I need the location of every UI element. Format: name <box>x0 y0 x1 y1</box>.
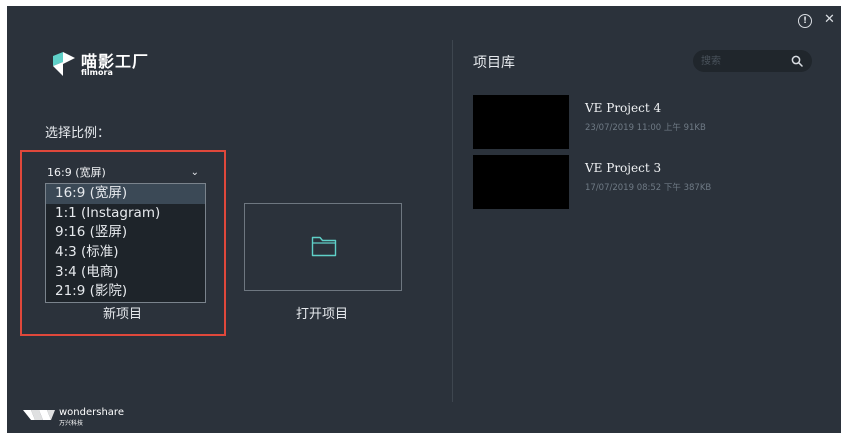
project-item[interactable]: VE Project 4 23/07/2019 11:00 上午 91KB <box>473 95 803 151</box>
ratio-option-3-4[interactable]: 3:4 (电商) <box>46 263 205 283</box>
filmora-logo-icon <box>53 52 75 76</box>
ratio-select-value: 16:9 (宽屏) <box>47 166 106 179</box>
project-thumbnail[interactable] <box>473 155 569 209</box>
app-subtitle: filmora <box>81 68 113 77</box>
panel-divider <box>452 40 453 402</box>
project-meta: 23/07/2019 11:00 上午 91KB <box>585 123 706 133</box>
project-library-title: 项目库 <box>473 55 515 71</box>
ratio-option-1-1[interactable]: 1:1 (Instagram) <box>46 204 205 224</box>
search-icon[interactable] <box>791 55 803 67</box>
folder-icon <box>311 236 337 257</box>
open-project-label[interactable]: 打开项目 <box>296 303 348 322</box>
info-icon[interactable]: ! <box>798 14 812 28</box>
brand-name: wondershare <box>59 407 124 418</box>
chevron-down-icon: ⌄ <box>190 167 199 178</box>
close-icon[interactable]: ✕ <box>824 13 835 27</box>
project-item[interactable]: VE Project 3 17/07/2019 08:52 下午 387KB <box>473 155 803 211</box>
ratio-dropdown: 16:9 (宽屏) 1:1 (Instagram) 9:16 (竖屏) 4:3 … <box>45 183 206 303</box>
search-input[interactable] <box>701 50 781 72</box>
project-thumbnail[interactable] <box>473 95 569 149</box>
app-window: ! ✕ 喵影工厂 filmora 选择比例： 16:9 (宽屏) ⌄ 16:9 … <box>7 6 841 433</box>
ratio-select[interactable]: 16:9 (宽屏) ⌄ <box>45 161 205 185</box>
ratio-label: 选择比例： <box>45 126 111 141</box>
ratio-option-9-16[interactable]: 9:16 (竖屏) <box>46 223 205 243</box>
search-box[interactable] <box>693 50 812 72</box>
project-meta: 17/07/2019 08:52 下午 387KB <box>585 183 712 193</box>
ratio-option-16-9[interactable]: 16:9 (宽屏) <box>46 184 205 204</box>
project-name: VE Project 3 <box>585 161 662 175</box>
wondershare-logo-icon <box>23 410 55 420</box>
project-name: VE Project 4 <box>585 101 662 115</box>
new-project-label[interactable]: 新项目 <box>103 303 142 322</box>
open-project-button[interactable] <box>244 203 402 291</box>
ratio-option-21-9[interactable]: 21:9 (影院) <box>46 282 205 302</box>
ratio-option-4-3[interactable]: 4:3 (标准) <box>46 243 205 263</box>
brand-subtitle: 万兴科技 <box>59 420 84 427</box>
